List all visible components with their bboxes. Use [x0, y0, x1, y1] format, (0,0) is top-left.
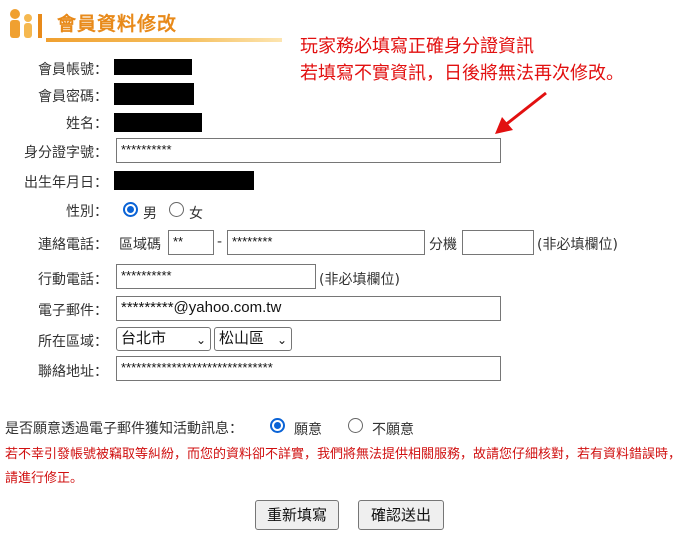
submit-button[interactable]: 確認送出 — [358, 500, 444, 530]
district-value: 松山區 — [219, 330, 265, 347]
notice-line-1: 玩家務必填寫正確身分證資訊 — [300, 36, 534, 57]
region-label: 所在區域： — [38, 334, 108, 350]
phone-number-input[interactable]: ******** — [227, 230, 425, 255]
gender-male-label: 男 — [143, 206, 157, 222]
notice-line-2: 若填寫不實資訊，日後將無法再次修改。 — [300, 63, 624, 84]
city-select[interactable]: 台北市 ⌄ — [116, 327, 211, 351]
phone-label: 連絡電話： — [38, 237, 108, 253]
subscribe-yes-radio[interactable] — [270, 418, 285, 433]
city-value: 台北市 — [121, 330, 167, 347]
birthday-redacted — [114, 171, 254, 190]
area-code-input[interactable]: ** — [168, 230, 214, 255]
email-label: 電子郵件： — [38, 303, 108, 319]
mobile-label: 行動電話： — [38, 272, 108, 288]
district-select[interactable]: 松山區 ⌄ — [214, 327, 292, 351]
area-code-label: 區域碼 — [119, 237, 161, 253]
id-number-label: 身分證字號： — [24, 145, 108, 161]
header-underline — [46, 38, 282, 42]
extension-input[interactable] — [462, 230, 534, 255]
subscribe-no-label: 不願意 — [372, 422, 414, 438]
notice-arrow-icon — [490, 90, 550, 138]
mobile-input[interactable]: ********** — [116, 264, 316, 289]
subscribe-question: 是否願意透過電子郵件獲知活動訊息： — [5, 421, 243, 437]
subscribe-no-radio[interactable] — [348, 418, 363, 433]
address-label: 聯絡地址： — [38, 364, 108, 380]
member-logo-icon — [6, 8, 50, 40]
extension-label: 分機 — [429, 237, 457, 253]
data-accuracy-warning: 若不幸引發帳號被竊取等糾紛，而您的資料卻不詳實，我們將無法提供相關服務，故請您仔… — [5, 447, 682, 486]
gender-male-radio[interactable] — [123, 202, 138, 217]
phone-optional-note: (非必填欄位) — [537, 237, 618, 253]
email-input[interactable]: *********@yahoo.com.tw — [116, 296, 501, 321]
mobile-optional-note: (非必填欄位) — [319, 272, 400, 288]
gender-female-radio[interactable] — [169, 202, 184, 217]
gender-label: 性別： — [66, 204, 108, 220]
phone-separator: - — [217, 234, 223, 250]
birthday-label: 出生年月日： — [24, 175, 108, 191]
account-redacted — [114, 59, 192, 75]
id-notice: 玩家務必填寫正確身分證資訊 若填寫不實資訊，日後將無法再次修改。 — [300, 33, 624, 87]
password-redacted — [114, 83, 194, 105]
page-title: 會員資料修改 — [57, 13, 178, 35]
chevron-down-icon: ⌄ — [195, 333, 206, 347]
reset-button[interactable]: 重新填寫 — [255, 500, 339, 530]
account-label: 會員帳號： — [38, 62, 108, 78]
id-number-input[interactable]: ********** — [116, 138, 501, 163]
name-label: 姓名： — [66, 116, 108, 132]
subscribe-yes-label: 願意 — [294, 422, 322, 438]
password-label: 會員密碼： — [38, 89, 108, 105]
gender-female-label: 女 — [189, 206, 203, 222]
address-input[interactable]: ****************************** — [116, 356, 501, 381]
chevron-down-icon: ⌄ — [276, 333, 287, 347]
name-redacted — [114, 113, 202, 132]
